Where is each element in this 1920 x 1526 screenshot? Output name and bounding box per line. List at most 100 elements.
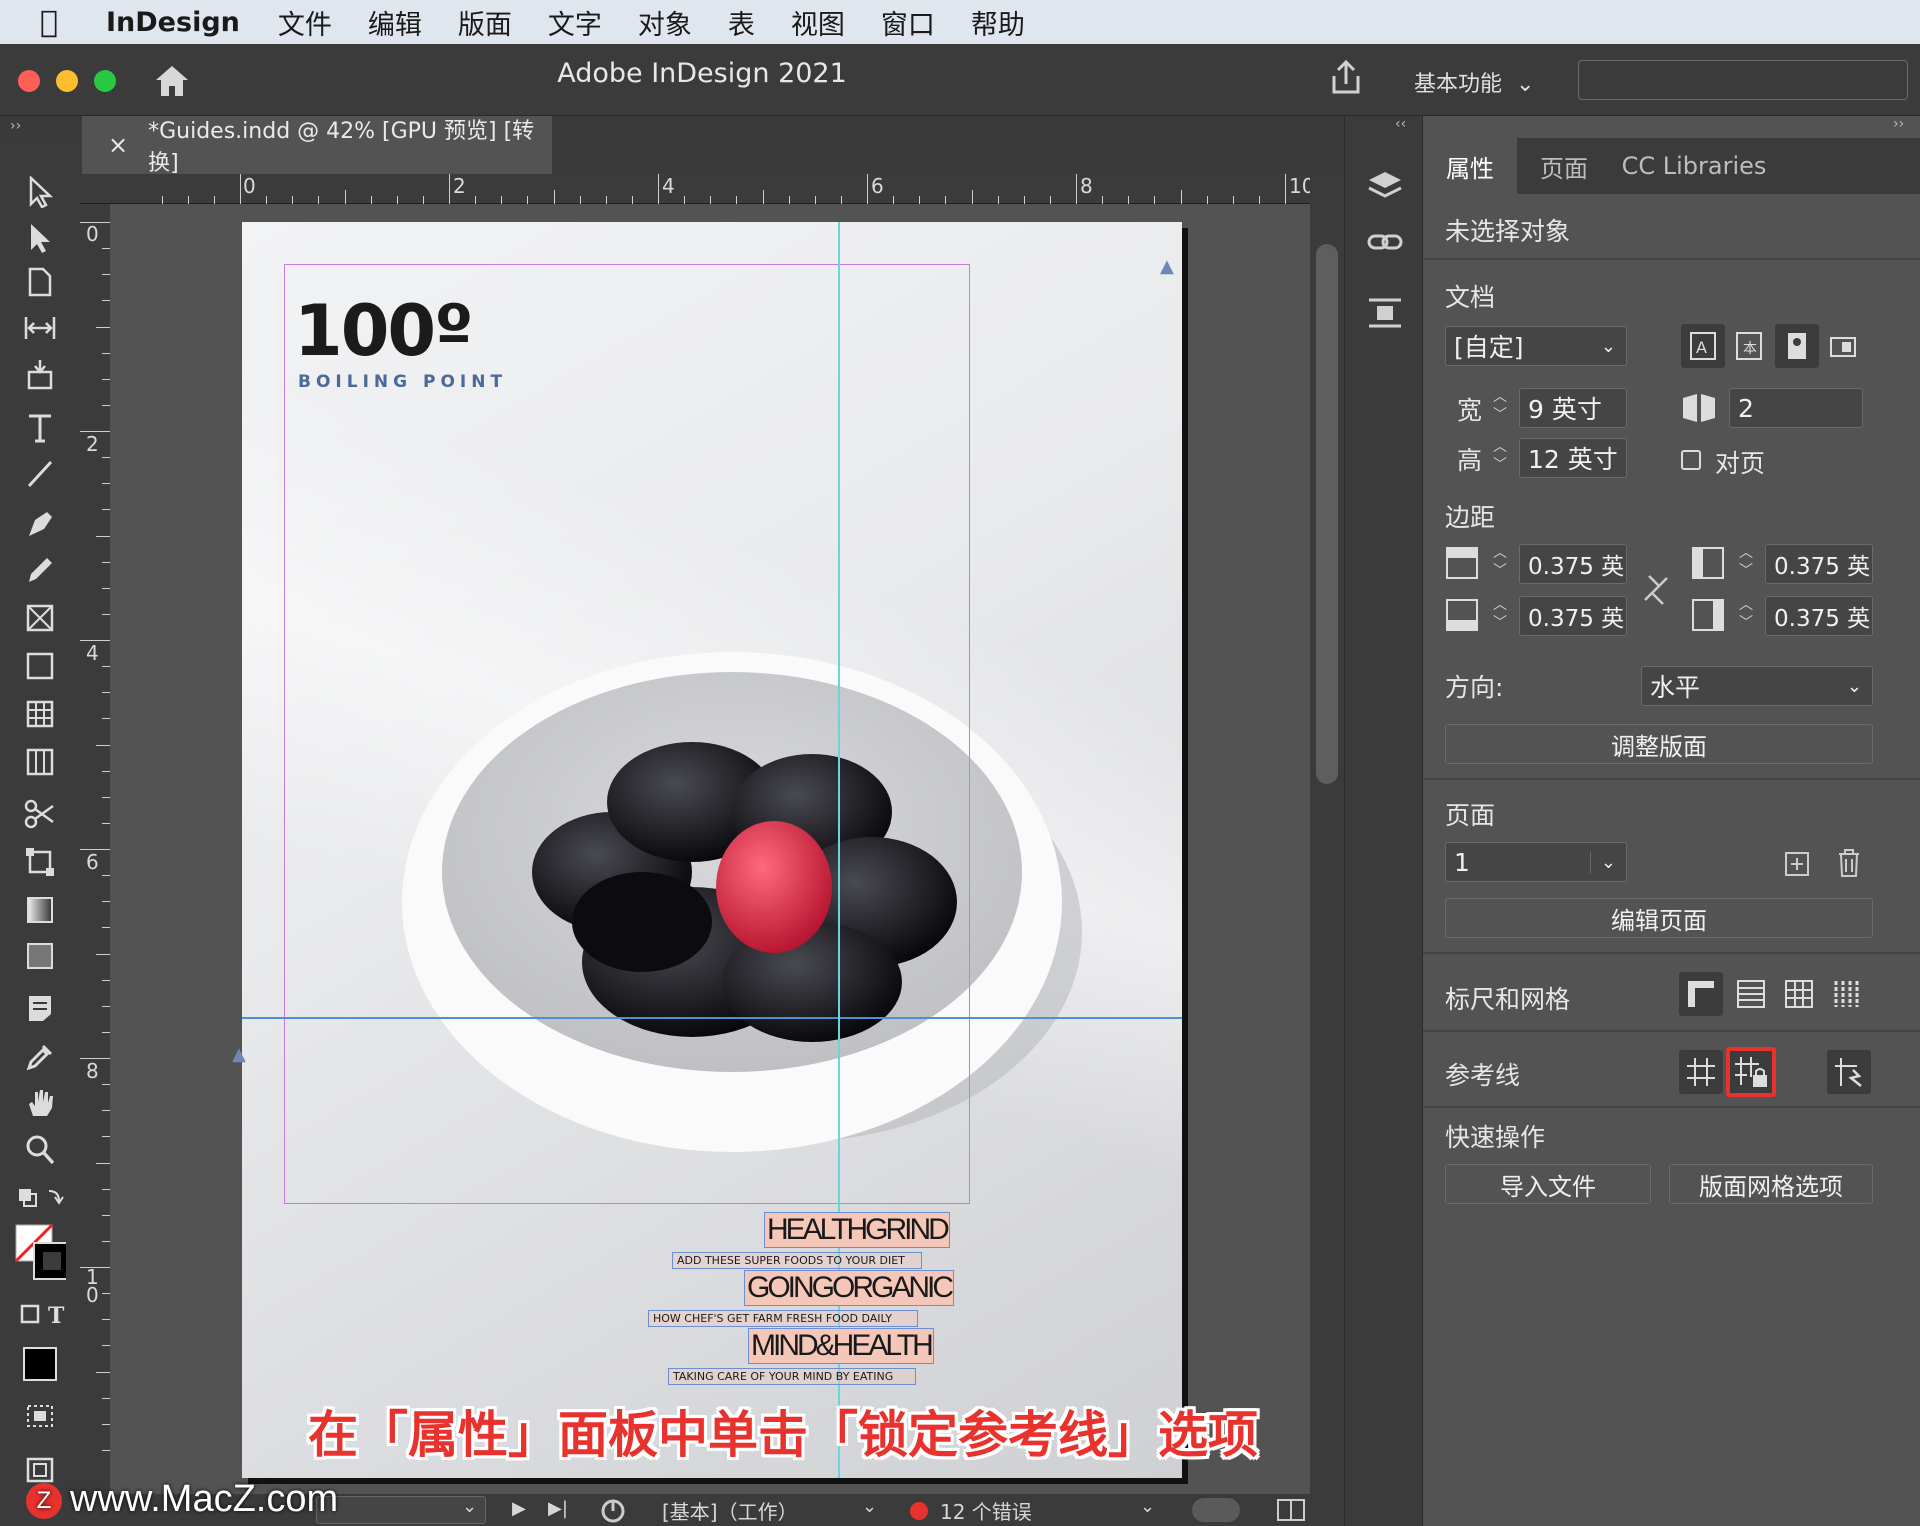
margin-inside-field[interactable]: 0.375 英 bbox=[1765, 544, 1873, 584]
line-tool-icon[interactable] bbox=[14, 454, 66, 494]
menu-edit[interactable]: 编辑 bbox=[368, 3, 422, 42]
last-page-icon[interactable]: ▶| bbox=[548, 1498, 568, 1519]
hand-tool-icon[interactable] bbox=[14, 1082, 66, 1122]
next-page-icon[interactable]: ▶ bbox=[512, 1498, 526, 1519]
headline-3[interactable]: MIND&HEALTH bbox=[748, 1328, 934, 1364]
headline-2[interactable]: GOINGORGANIC bbox=[744, 1270, 954, 1306]
margin-top-stepper[interactable]: ︿ ﹀ bbox=[1485, 544, 1515, 584]
type-tool-icon[interactable] bbox=[14, 408, 66, 448]
scrollbar-thumb[interactable] bbox=[1316, 244, 1338, 784]
horizontal-scroll-thumb[interactable] bbox=[1192, 1498, 1240, 1522]
pencil-tool-icon[interactable] bbox=[14, 550, 66, 590]
margin-top-field[interactable]: 0.375 英 bbox=[1519, 544, 1627, 584]
rectangle-tool-icon[interactable] bbox=[14, 646, 66, 686]
horizontal-ruler[interactable]: 0 2 4 6 8 10 bbox=[80, 174, 1314, 204]
scissors-tool-icon[interactable] bbox=[14, 794, 66, 834]
tab-properties[interactable]: 属性 bbox=[1423, 138, 1517, 194]
document-page[interactable]: ▲ 100º BOILING POINT HEALTHGRIND ADD THE… bbox=[242, 222, 1182, 1478]
add-page-icon[interactable] bbox=[1783, 850, 1811, 878]
table-tool-icon[interactable] bbox=[14, 694, 66, 734]
margin-bottom-stepper[interactable]: ︿ ﹀ bbox=[1485, 596, 1515, 636]
page-select[interactable]: 1 ⌄ bbox=[1445, 842, 1627, 882]
margin-outside-field[interactable]: 0.375 英 bbox=[1765, 596, 1873, 636]
baseline-grid-icon[interactable] bbox=[1729, 972, 1773, 1016]
gradient-swatch-tool-icon[interactable] bbox=[14, 890, 66, 930]
collapse-dock-icon[interactable]: ‹‹ bbox=[1395, 116, 1406, 132]
menu-file[interactable]: 文件 bbox=[278, 3, 332, 42]
tab-cc-libraries[interactable]: CC Libraries bbox=[1611, 138, 1777, 194]
menu-view[interactable]: 视图 bbox=[791, 3, 845, 42]
menu-type[interactable]: 文字 bbox=[548, 3, 602, 42]
vertical-scrollbar[interactable] bbox=[1310, 174, 1344, 1494]
note-tool-icon[interactable] bbox=[14, 988, 66, 1028]
page-number-select[interactable] bbox=[316, 1496, 486, 1524]
link-margins-icon[interactable] bbox=[1641, 572, 1671, 608]
formatting-container-icon[interactable]: T bbox=[14, 1294, 66, 1334]
rectangle-frame-tool-icon[interactable] bbox=[14, 598, 66, 638]
zoom-window-button[interactable] bbox=[94, 70, 116, 92]
pages-count-field[interactable]: 2 bbox=[1729, 388, 1863, 428]
gradient-feather-tool-icon[interactable] bbox=[14, 936, 66, 976]
app-menu[interactable]: InDesign bbox=[106, 7, 240, 38]
facing-pages-checkbox[interactable] bbox=[1681, 450, 1701, 470]
subline-3[interactable]: TAKING CARE OF YOUR MIND BY EATING bbox=[668, 1368, 916, 1385]
menu-layout[interactable]: 版面 bbox=[458, 3, 512, 42]
portrait-orientation-icon[interactable] bbox=[1775, 324, 1819, 368]
landscape-orientation-icon[interactable] bbox=[1821, 324, 1865, 368]
ruler-toggle-icon[interactable] bbox=[1679, 972, 1723, 1016]
import-file-button[interactable]: 导入文件 bbox=[1445, 1164, 1651, 1204]
lock-guides-button[interactable] bbox=[1726, 1047, 1776, 1097]
menu-help[interactable]: 帮助 bbox=[971, 3, 1025, 42]
margin-bottom-field[interactable]: 0.375 英 bbox=[1519, 596, 1627, 636]
collapse-toolbox-icon[interactable]: ›› bbox=[10, 118, 21, 134]
tab-pages[interactable]: 页面 bbox=[1517, 138, 1611, 194]
text-wrap-icon[interactable] bbox=[1367, 296, 1403, 332]
vertical-ruler[interactable]: 0 2 4 6 8 1 0 bbox=[80, 204, 110, 1494]
default-fill-stroke-icon[interactable] bbox=[14, 1180, 66, 1216]
eyedropper-tool-icon[interactable] bbox=[14, 1036, 66, 1076]
layout-grid-options-button[interactable]: 版面网格选项 bbox=[1669, 1164, 1873, 1204]
pen-tool-icon[interactable] bbox=[14, 504, 66, 544]
page-tool-icon[interactable] bbox=[14, 262, 66, 302]
intent-print-icon[interactable]: A bbox=[1681, 324, 1725, 368]
menu-table[interactable]: 表 bbox=[728, 3, 755, 42]
subline-2[interactable]: HOW CHEF'S GET FARM FRESH FOOD DAILY bbox=[648, 1310, 918, 1327]
workspace-switcher[interactable]: 基本功能 ⌄ bbox=[1414, 66, 1534, 98]
subline-1[interactable]: ADD THESE SUPER FOODS TO YOUR DIET bbox=[672, 1252, 922, 1269]
width-field[interactable]: 9 英寸 bbox=[1519, 388, 1627, 428]
share-icon[interactable] bbox=[1326, 58, 1366, 98]
smart-guides-icon[interactable] bbox=[1827, 1050, 1871, 1094]
selection-tool-icon[interactable] bbox=[14, 172, 66, 212]
height-stepper[interactable]: ︿ ﹀ bbox=[1485, 438, 1515, 478]
edit-page-button[interactable]: 编辑页面 bbox=[1445, 898, 1873, 938]
error-count[interactable]: 12 个错误 bbox=[940, 1496, 1032, 1525]
free-transform-tool-icon[interactable] bbox=[14, 842, 66, 882]
show-guides-icon[interactable] bbox=[1679, 1050, 1723, 1094]
zoom-tool-icon[interactable] bbox=[14, 1130, 66, 1170]
intent-vertical-text-icon[interactable]: 本 bbox=[1727, 324, 1771, 368]
apply-color-icon[interactable] bbox=[14, 1342, 66, 1386]
headline-1[interactable]: HEALTHGRIND bbox=[764, 1212, 950, 1248]
orientation-select[interactable]: 水平 ⌄ bbox=[1641, 666, 1873, 706]
close-window-button[interactable] bbox=[18, 70, 40, 92]
gap-tool-icon[interactable] bbox=[14, 308, 66, 348]
horizontal-guide[interactable] bbox=[242, 1017, 1182, 1019]
frame-grid-tool-icon[interactable] bbox=[14, 742, 66, 782]
minimize-window-button[interactable] bbox=[56, 70, 78, 92]
content-collector-icon[interactable] bbox=[14, 354, 66, 394]
preflight-icon[interactable] bbox=[600, 1498, 628, 1524]
layers-icon[interactable] bbox=[1367, 168, 1403, 204]
document-tab[interactable]: × *Guides.indd @ 42% [GPU 预览] [转换] bbox=[82, 116, 552, 176]
fill-stroke-swatch[interactable] bbox=[14, 1220, 66, 1286]
delete-page-icon[interactable] bbox=[1835, 848, 1863, 878]
expand-panel-icon[interactable]: ›› bbox=[1893, 116, 1904, 132]
search-input[interactable] bbox=[1578, 60, 1908, 100]
close-tab-icon[interactable]: × bbox=[108, 131, 128, 159]
width-stepper[interactable]: ︿ ﹀ bbox=[1485, 388, 1515, 428]
split-view-icon[interactable] bbox=[1276, 1498, 1306, 1522]
margin-outside-stepper[interactable]: ︿ ﹀ bbox=[1731, 596, 1761, 636]
document-preset-select[interactable]: [自定] ⌄ bbox=[1445, 326, 1627, 366]
home-icon[interactable] bbox=[152, 62, 192, 98]
pasteboard[interactable]: ▲ 100º BOILING POINT HEALTHGRIND ADD THE… bbox=[110, 204, 1310, 1494]
document-grid-icon[interactable] bbox=[1777, 972, 1821, 1016]
